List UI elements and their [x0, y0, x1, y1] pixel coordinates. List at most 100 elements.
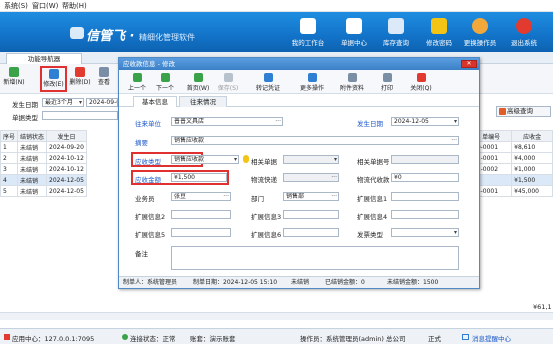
chevron-down-icon: ▾	[78, 99, 82, 106]
column-header[interactable]: 应收金	[511, 130, 553, 142]
column-header[interactable]: 结销状态	[17, 130, 48, 142]
table-row[interactable]: 1 未结销 2024-09-20	[0, 141, 87, 153]
lock-icon	[431, 18, 447, 34]
document-center-button[interactable]: 单据中心	[332, 14, 376, 52]
message-icon	[462, 334, 469, 340]
column-header[interactable]: 发生日	[46, 130, 87, 142]
doc-type-field[interactable]	[42, 111, 118, 120]
date-range-select[interactable]: 最近3个月 ▾	[42, 98, 84, 107]
related-doc-field[interactable]: ▾	[283, 155, 339, 164]
arrow-right-icon	[160, 73, 170, 82]
cod-label: 物流代收款	[357, 176, 390, 184]
table-row[interactable]: 5 未结销 2024-12-05	[0, 185, 87, 197]
table-row[interactable]: ¥1,500	[469, 174, 553, 186]
add-button[interactable]: 新增(N)	[2, 66, 26, 92]
horizontal-scrollbar[interactable]	[0, 312, 553, 320]
ext4-field[interactable]	[391, 210, 459, 219]
unit-label: 往来单位	[135, 120, 161, 128]
printer-icon	[382, 73, 392, 82]
invoice-select[interactable]: ▾	[391, 228, 459, 237]
receivable-type-select[interactable]: 销售应收款 ▾	[171, 155, 239, 164]
ext3-field[interactable]	[283, 210, 339, 219]
workbench-icon	[300, 18, 316, 34]
note-field[interactable]	[171, 246, 459, 270]
table-row[interactable]: 2 未结销 2024-10-12	[0, 152, 87, 164]
related-docno-label: 相关单据号	[357, 158, 390, 166]
more-icon	[307, 73, 317, 82]
receivable-edit-dialog: 应收款信息 - 修改 ✕ 上一个 下一个 首页(W) 保存(S) 转记凭证 更多…	[118, 57, 480, 289]
inventory-icon	[388, 18, 404, 34]
query-icon	[499, 108, 506, 115]
date-field[interactable]: 2024-12-05 ▾	[391, 117, 459, 126]
dialog-title: 应收款信息 - 修改	[119, 58, 479, 70]
attachments-button[interactable]: 附件资料	[337, 72, 367, 92]
ext1-label: 扩展信息1	[357, 195, 388, 203]
more-actions-button[interactable]: 更多操作	[297, 72, 327, 92]
status-app-center: 应用中心：127.0.0.1:7095	[12, 335, 95, 343]
menu-system[interactable]: 系统(S)	[4, 1, 28, 11]
cod-field[interactable]: ¥0	[391, 173, 459, 182]
chevron-down-icon: ▾	[453, 229, 457, 236]
related-docno-field[interactable]	[391, 155, 459, 164]
table-row[interactable]: 12-0001 ¥4,000	[469, 152, 553, 164]
previous-button[interactable]: 上一个	[125, 72, 149, 92]
table-row[interactable]: 12-0002 ¥1,000	[469, 163, 553, 175]
next-button[interactable]: 下一个	[153, 72, 177, 92]
arrow-left-icon	[132, 73, 142, 82]
save-button[interactable]: 保存(S)	[215, 72, 241, 92]
ext1-field[interactable]	[391, 192, 459, 201]
ext6-label: 扩展信息6	[251, 231, 282, 239]
amount-label: 应收金额	[135, 176, 161, 184]
table-row[interactable]: 4 未结销 2024-12-05	[0, 174, 87, 186]
delete-icon	[75, 67, 85, 77]
voucher-button[interactable]: 转记凭证	[253, 72, 283, 92]
print-button[interactable]: 打印	[375, 72, 399, 92]
exit-system-button[interactable]: 退出系统	[502, 14, 546, 52]
menu-help[interactable]: 帮助(H)	[62, 1, 87, 11]
tab-dealings[interactable]: 往来情况	[179, 96, 227, 107]
close-button[interactable]: 关闭(Q)	[407, 72, 435, 92]
attachment-icon	[347, 73, 357, 82]
view-button[interactable]: 查看	[92, 66, 116, 92]
delete-button[interactable]: 删除(D)	[68, 66, 92, 92]
user-icon	[472, 18, 488, 34]
dept-field[interactable]: 销售部 ···	[283, 192, 339, 201]
sales-field[interactable]: 张豆 ···	[171, 192, 231, 201]
total-amount: ¥61,1	[533, 303, 552, 311]
dept-label: 部门	[251, 195, 264, 203]
change-password-button[interactable]: 修改密码	[417, 14, 461, 52]
logo-icon	[70, 27, 84, 39]
table-row[interactable]: 20-0001 ¥8,610	[469, 141, 553, 153]
table-row[interactable]: 3 未结销 2024-10-12	[0, 163, 87, 175]
advanced-query-button[interactable]: 高级查询	[496, 106, 551, 117]
amount-field[interactable]: ¥1,500	[171, 173, 227, 182]
switch-operator-button[interactable]: 更换操作员	[458, 14, 502, 52]
note-label: 备注	[135, 250, 148, 258]
dialog-footer: 制单人：系统管理员 制单日期：2024-12-05 15:10 未结销 已结销金…	[119, 276, 479, 288]
filter-type-label: 单据类型	[12, 114, 38, 122]
ext6-field[interactable]	[283, 228, 339, 237]
menu-bar: 系统(S) 窗口(W) 帮助(H)	[0, 0, 553, 12]
add-icon	[9, 67, 19, 77]
edit-button[interactable]: 修改(E)	[40, 66, 67, 92]
table-row[interactable]: 05-0001 ¥45,000	[469, 185, 553, 197]
summary-field[interactable]: 销售应收款 ···	[171, 136, 459, 145]
edit-icon	[48, 69, 59, 79]
date-start-field[interactable]: 2024-09-0	[86, 98, 118, 107]
column-header[interactable]: 序号	[0, 130, 19, 142]
inventory-query-button[interactable]: 库存查询	[374, 14, 418, 52]
tab-function-navigator[interactable]: 功能导航器	[6, 53, 82, 64]
chevron-down-icon: ▾	[333, 156, 337, 163]
logistics-field[interactable]: ···	[283, 173, 339, 182]
ext5-field[interactable]	[171, 228, 231, 237]
message-center-link[interactable]: 消息提醒中心	[472, 333, 511, 343]
ext2-field[interactable]	[171, 210, 231, 219]
dialog-close-button[interactable]: ✕	[461, 60, 477, 68]
tab-basic-info[interactable]: 基本信息	[133, 96, 177, 107]
workbench-button[interactable]: 我的工作台	[286, 14, 330, 52]
unit-field[interactable]: 普普文具店 ···	[171, 117, 283, 126]
voucher-icon	[263, 73, 273, 82]
ext2-label: 扩展信息2	[135, 213, 166, 221]
new-button[interactable]: 首页(W)	[185, 72, 211, 92]
menu-window[interactable]: 窗口(W)	[32, 1, 58, 11]
